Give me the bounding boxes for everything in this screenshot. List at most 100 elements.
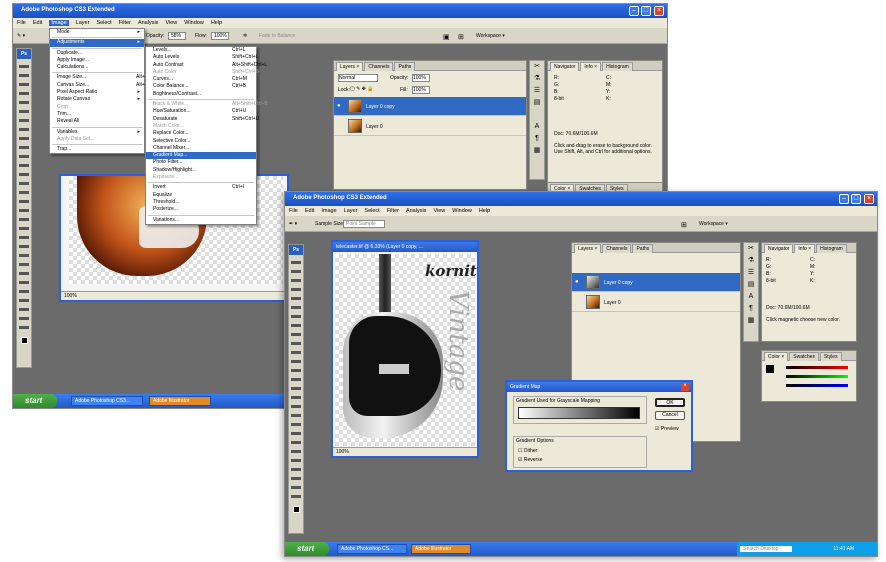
dialog-close-button[interactable]: ×: [681, 383, 689, 391]
menu-item-variables[interactable]: Variables ▸: [50, 129, 144, 136]
minimize-button[interactable]: –: [629, 6, 639, 16]
menu-item-gradient-map[interactable]: Gradient Map...: [146, 152, 256, 160]
menu-item-curves[interactable]: Curves... Ctrl+M: [146, 76, 256, 83]
red-slider[interactable]: [786, 366, 848, 369]
layer-row[interactable]: ● Layer 0 copy: [572, 273, 740, 292]
tab-paths[interactable]: Paths: [632, 244, 654, 253]
menu-layer[interactable]: Layer: [344, 208, 358, 214]
close-button[interactable]: ×: [654, 6, 664, 16]
cancel-button[interactable]: Cancel: [655, 411, 685, 420]
start-button[interactable]: start: [285, 542, 329, 556]
menu-item-variations[interactable]: Variations...: [146, 217, 256, 224]
maximize-button[interactable]: □: [851, 194, 861, 204]
taskbar-photoshop[interactable]: Adobe Photoshop CS...: [337, 544, 407, 554]
tab-info[interactable]: Info ×: [580, 62, 602, 71]
menu-image[interactable]: Image: [49, 20, 69, 26]
tab-color[interactable]: Color ×: [764, 352, 789, 361]
tab-swatches[interactable]: Swatches: [789, 352, 819, 361]
dither-checkbox[interactable]: ☐ Dither: [518, 448, 537, 454]
tab-channels[interactable]: Channels: [602, 244, 632, 253]
menu-layer[interactable]: Layer: [76, 20, 90, 26]
menu-item-canvas-size[interactable]: Canvas Size...Alt+Ctrl+C: [50, 82, 159, 89]
lock-icons[interactable]: ▢ ✎ ✥ 🔒: [350, 86, 374, 92]
minimize-button[interactable]: –: [839, 194, 849, 204]
zoom-level[interactable]: 100%: [64, 293, 77, 299]
palette-icon[interactable]: ▣: [443, 33, 450, 41]
bridge-icon[interactable]: ⊞: [458, 33, 464, 41]
menu-image[interactable]: Image: [321, 208, 336, 214]
menu-item-photo-filter[interactable]: Photo Filter...: [146, 159, 256, 166]
menu-item-replace-color[interactable]: Replace Color...: [146, 130, 256, 137]
menu-item-threshold[interactable]: Threshold...: [146, 199, 256, 206]
menu-item-apply-image[interactable]: Apply Image...: [50, 57, 144, 64]
menu-select[interactable]: Select: [96, 20, 111, 26]
tab-styles[interactable]: Styles: [819, 352, 842, 361]
menu-item-levels[interactable]: Levels... Ctrl+L: [146, 47, 256, 54]
eye-icon[interactable]: ●: [575, 279, 579, 285]
bridge-icon[interactable]: ⊞: [681, 221, 687, 229]
menu-item-adjustments[interactable]: Adjustments ▸: [50, 39, 144, 47]
menu-file[interactable]: File: [17, 20, 26, 26]
menu-item-trim[interactable]: Trim...: [50, 111, 144, 118]
menu-edit[interactable]: Edit: [33, 20, 42, 26]
menu-item-hue-saturation[interactable]: Hue/Saturation... Ctrl+U: [146, 108, 256, 115]
opacity-field[interactable]: 58%: [168, 32, 186, 40]
menu-file[interactable]: File: [289, 208, 298, 214]
workspace-menu[interactable]: Workspace ▾: [699, 221, 728, 227]
green-slider[interactable]: [786, 375, 848, 378]
menu-filter[interactable]: Filter: [387, 208, 399, 214]
tab-navigator[interactable]: Navigator: [764, 244, 794, 253]
fill-field[interactable]: 100%: [412, 86, 430, 94]
preview-checkbox[interactable]: ☑ Preview: [655, 426, 679, 432]
tab-histogram[interactable]: Histogram: [816, 244, 847, 253]
menu-item-reveal-all[interactable]: Reveal All: [50, 118, 144, 125]
zoom-level[interactable]: 100%: [336, 449, 349, 455]
menu-item-equalize[interactable]: Equalize: [146, 192, 256, 199]
blue-slider[interactable]: [786, 384, 848, 387]
foreground-swatch[interactable]: [766, 365, 774, 373]
menu-item-posterize[interactable]: Posterize...: [146, 206, 256, 213]
menu-item-desaturate[interactable]: Desaturate Shift+Ctrl+U: [146, 116, 259, 123]
maximize-button[interactable]: □: [641, 6, 651, 16]
menu-edit[interactable]: Edit: [305, 208, 314, 214]
foreground-color-swatch[interactable]: [292, 506, 300, 513]
menu-item-rotate-canvas[interactable]: Rotate Canvas ▸: [50, 96, 144, 103]
menu-item-brightness-contrast[interactable]: Brightness/Contrast...: [146, 91, 256, 98]
menu-item-duplicate[interactable]: Duplicate...: [50, 50, 144, 57]
menu-item-shadow-highlight[interactable]: Shadow/Highlight...: [146, 167, 256, 174]
layer-row[interactable]: Layer 0: [572, 293, 740, 312]
menu-analysis[interactable]: Analysis: [406, 208, 426, 214]
taskbar-illustrator[interactable]: Adobe Illustrator: [411, 544, 471, 554]
menu-item-trap[interactable]: Trap...: [50, 146, 144, 153]
eyedropper-tool-icon[interactable]: ✒ ▾: [289, 221, 297, 227]
start-button[interactable]: start: [13, 394, 57, 408]
brush-tool-icon[interactable]: ✎ ▾: [17, 33, 25, 39]
tab-paths[interactable]: Paths: [394, 62, 416, 71]
menu-item-image-size[interactable]: Image Size...Alt+Ctrl+I: [50, 74, 157, 81]
flow-field[interactable]: 100%: [211, 32, 229, 40]
menu-select[interactable]: Select: [364, 208, 379, 214]
reverse-checkbox[interactable]: ☑ Reverse: [518, 457, 543, 463]
taskbar-illustrator[interactable]: Adobe Illustrator: [149, 396, 211, 406]
menu-item-auto-levels[interactable]: Auto Levels Shift+Ctrl+L: [146, 54, 258, 61]
layers-opacity-field[interactable]: 100%: [412, 74, 430, 82]
tab-layers[interactable]: Layers ×: [336, 62, 364, 71]
menu-view[interactable]: View: [165, 20, 177, 26]
gradient-preview[interactable]: [518, 407, 640, 419]
layer-row[interactable]: Layer 0: [334, 117, 526, 136]
menu-window[interactable]: Window: [452, 208, 472, 214]
tab-layers[interactable]: Layers ×: [574, 244, 602, 253]
menu-view[interactable]: View: [433, 208, 445, 214]
airbrush-icon[interactable]: ✲: [243, 33, 247, 39]
close-button[interactable]: ×: [864, 194, 874, 204]
menu-filter[interactable]: Filter: [119, 20, 131, 26]
tab-info[interactable]: Info ×: [794, 244, 816, 253]
tab-histogram[interactable]: Histogram: [602, 62, 633, 71]
menu-item-auto-contrast[interactable]: Auto Contrast Alt+Shift+Ctrl+L: [146, 62, 267, 69]
workspace-menu[interactable]: Workspace ▾: [476, 33, 505, 39]
menu-item-color-balance[interactable]: Color Balance... Ctrl+B: [146, 83, 256, 90]
menu-item-channel-mixer[interactable]: Channel Mixer...: [146, 145, 256, 152]
blend-mode-select[interactable]: Normal: [338, 74, 378, 82]
eye-icon[interactable]: ●: [337, 103, 341, 109]
menu-item-mode[interactable]: Mode ▸: [50, 29, 144, 36]
